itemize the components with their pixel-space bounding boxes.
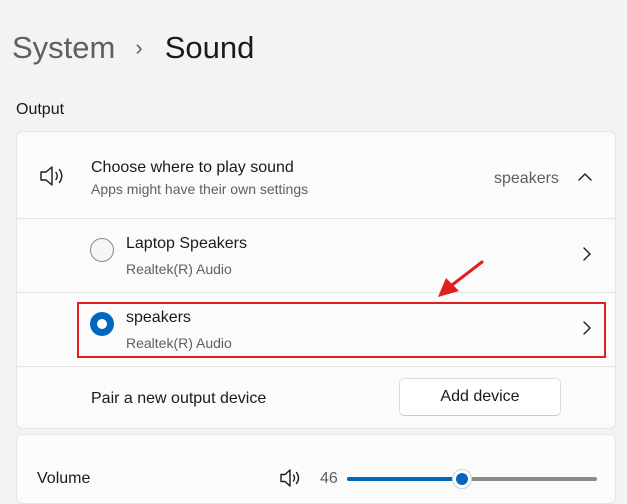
device-name: Laptop Speakers bbox=[126, 235, 247, 252]
annotation-arrow-icon bbox=[430, 258, 486, 307]
device-driver: Realtek(R) Audio bbox=[126, 261, 232, 277]
pair-device-label: Pair a new output device bbox=[91, 390, 267, 407]
choose-output-title: Choose where to play sound bbox=[91, 159, 294, 176]
volume-slider-thumb[interactable] bbox=[452, 469, 472, 489]
output-section-label: Output bbox=[16, 101, 65, 118]
output-card: Choose where to play sound Apps might ha… bbox=[16, 131, 616, 429]
volume-slider-fill bbox=[347, 477, 462, 481]
volume-slider-thumb-dot bbox=[456, 473, 468, 485]
breadcrumb-separator-icon: › bbox=[135, 35, 143, 60]
chevron-right-icon[interactable] bbox=[580, 246, 592, 267]
device-row-laptop-speakers[interactable]: Laptop Speakers Realtek(R) Audio bbox=[17, 218, 615, 293]
page-title: Sound bbox=[164, 30, 255, 65]
chevron-up-icon[interactable] bbox=[577, 170, 593, 188]
volume-label: Volume bbox=[37, 470, 91, 487]
volume-slider[interactable] bbox=[347, 469, 597, 489]
speaker-icon[interactable] bbox=[279, 468, 303, 493]
speaker-icon bbox=[39, 165, 67, 192]
choose-output-row[interactable]: Choose where to play sound Apps might ha… bbox=[17, 132, 615, 219]
volume-value: 46 bbox=[320, 470, 338, 487]
breadcrumb: System › Sound bbox=[12, 30, 254, 66]
volume-card: Volume 46 bbox=[16, 434, 616, 504]
choose-output-subtitle: Apps might have their own settings bbox=[91, 181, 309, 197]
device-radio-laptop-speakers[interactable] bbox=[90, 238, 114, 262]
annotation-highlight-box bbox=[77, 302, 606, 358]
add-device-button[interactable]: Add device bbox=[399, 378, 561, 416]
pair-device-row: Pair a new output device Add device bbox=[17, 366, 615, 430]
selected-output-value: speakers bbox=[494, 170, 559, 187]
breadcrumb-system-link[interactable]: System bbox=[12, 30, 115, 66]
